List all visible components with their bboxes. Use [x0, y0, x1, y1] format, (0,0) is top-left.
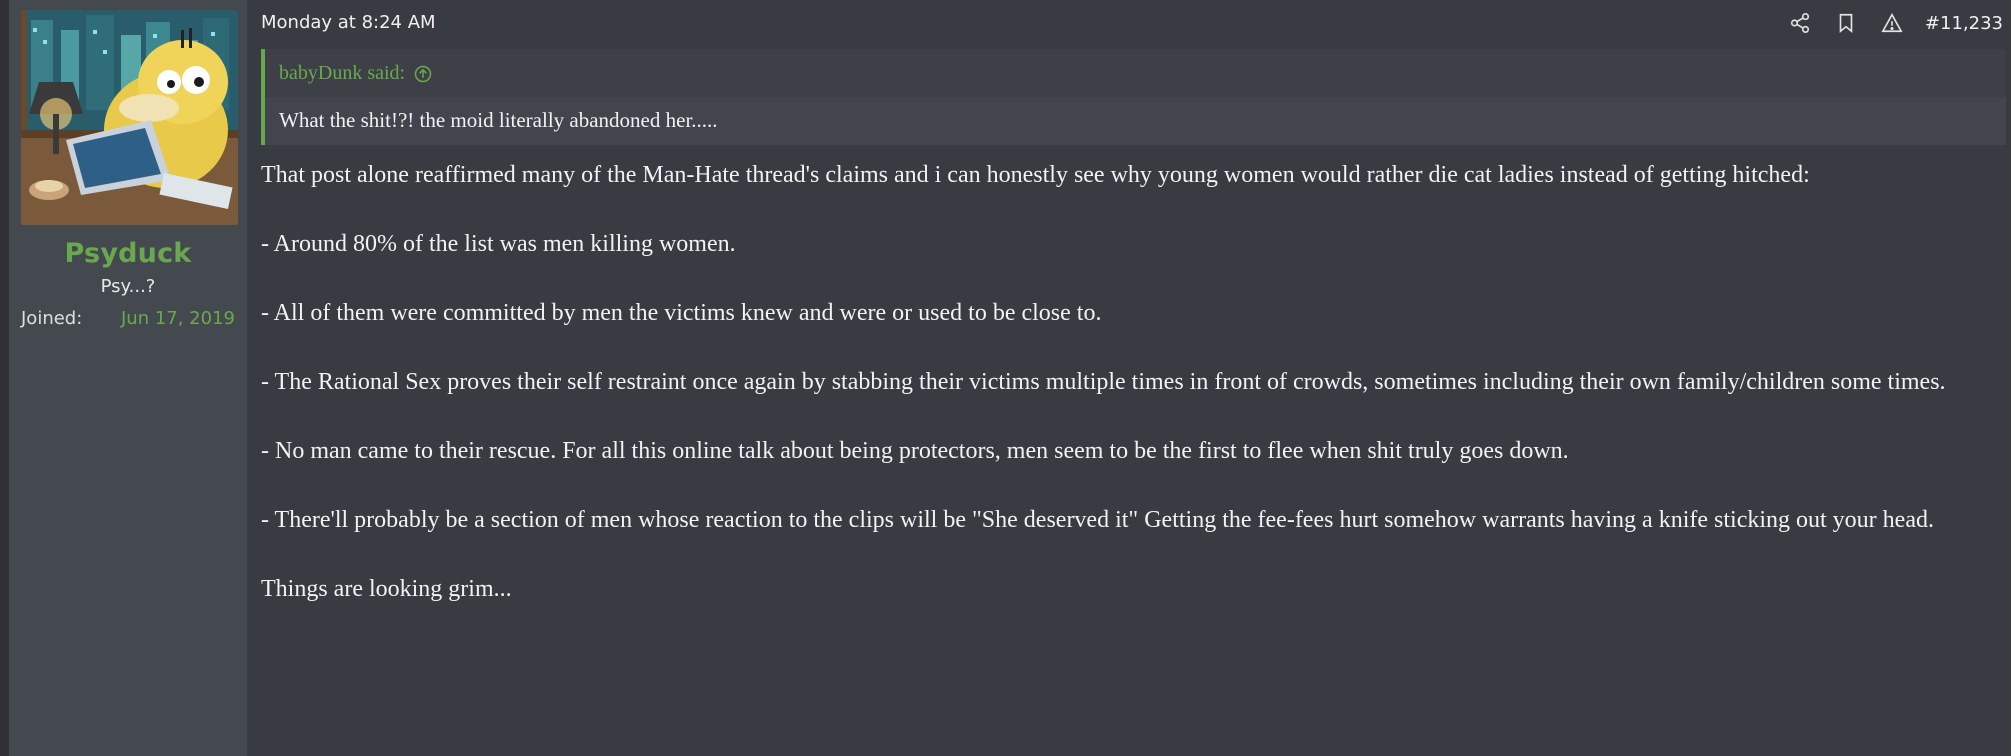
joined-label: Joined:: [21, 308, 83, 329]
forum-post: Psyduck Psy...? Joined: Jun 17, 2019 Mon…: [0, 0, 2011, 756]
post-paragraph: - All of them were committed by men the …: [261, 300, 1102, 326]
post-timestamp[interactable]: Monday at 8:24 AM: [261, 12, 436, 33]
post-paragraph: - There'll probably be a section of men …: [261, 507, 1934, 533]
share-icon[interactable]: [1789, 12, 1811, 34]
user-title: Psy...?: [100, 276, 156, 297]
post-paragraph: That post alone reaffirmed many of the M…: [261, 162, 1810, 188]
quote-header: babyDunk said:: [265, 49, 2006, 97]
quote-author: babyDunk said:: [279, 62, 406, 84]
arrow-up-circle-icon[interactable]: [413, 64, 433, 84]
left-edge: [0, 0, 9, 756]
post-main: Monday at 8:24 AM #11,233 babyDunk said:…: [247, 0, 2011, 756]
joined-date: Jun 17, 2019: [120, 308, 235, 329]
duck-avatar-image: [21, 10, 238, 225]
warning-icon[interactable]: [1881, 12, 1903, 34]
quote-author-link[interactable]: babyDunk said:: [279, 62, 433, 85]
post-paragraph: - No man came to their rescue. For all t…: [261, 438, 1569, 464]
post-paragraph: - The Rational Sex proves their self res…: [261, 369, 1946, 395]
post-number[interactable]: #11,233: [1925, 13, 2003, 34]
post-actions: #11,233: [1789, 10, 2003, 36]
bookmark-icon[interactable]: [1835, 12, 1857, 34]
post-paragraph: Things are looking grim...: [261, 576, 512, 602]
avatar[interactable]: [21, 10, 238, 225]
username[interactable]: Psyduck: [9, 238, 247, 269]
post-paragraph: - Around 80% of the list was men killing…: [261, 231, 736, 257]
user-panel: Psyduck Psy...? Joined: Jun 17, 2019: [9, 0, 247, 756]
post-body: That post alone reaffirmed many of the M…: [261, 158, 2001, 641]
quote-block: babyDunk said: What the shit!?! the moid…: [261, 49, 2006, 145]
quote-text: What the shit!?! the moid literally aban…: [279, 108, 718, 132]
